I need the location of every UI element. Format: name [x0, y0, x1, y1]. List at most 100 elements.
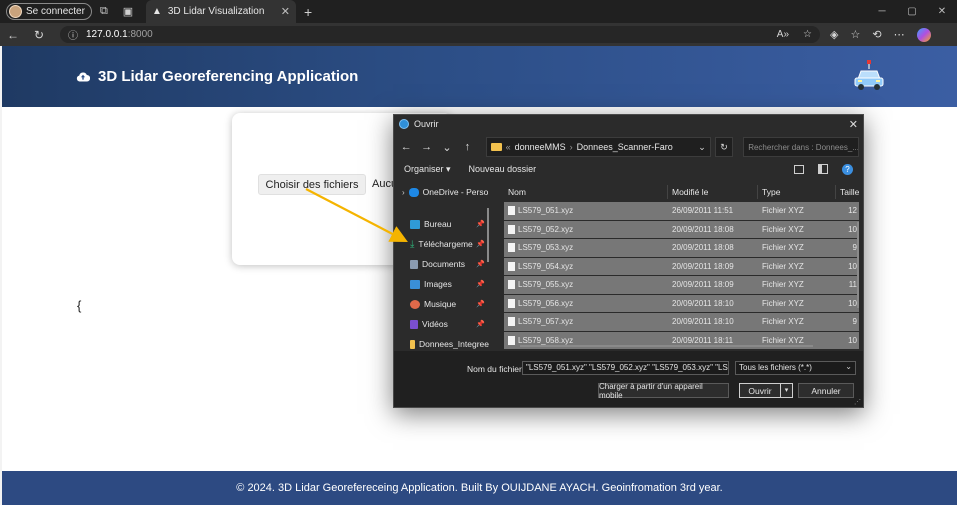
favorites-icon[interactable]: ☆ [850, 28, 860, 42]
favorite-star-icon[interactable]: ☆ [803, 29, 812, 40]
lidar-car-logo [854, 60, 884, 90]
app-header: 3D Lidar Georeferencing Application [2, 46, 957, 107]
file-type-cell: Fichier XYZ [762, 261, 804, 271]
history-icon[interactable]: ⟲ [872, 28, 881, 42]
minimize-icon[interactable]: ─ [867, 6, 897, 17]
file-name-cell: LS579_053.xyz [504, 243, 668, 253]
nav-item-label: Vidéos [422, 319, 448, 329]
nav-item-musique[interactable]: Musique 📌 [394, 294, 489, 314]
documents-icon [410, 259, 418, 269]
file-type-select[interactable]: Tous les fichiers (*.*) ⌄ [735, 361, 856, 375]
file-name-text: LS579_056.xyz [518, 298, 574, 308]
filename-input[interactable]: "LS579_051.xyz" "LS579_052.xyz" "LS579_0… [522, 361, 729, 375]
open-button[interactable]: Ouvrir ▾ [739, 383, 793, 398]
nav-item-images[interactable]: Images 📌 [394, 274, 489, 294]
open-split-arrow-icon[interactable]: ▾ [780, 384, 792, 397]
dialog-nav-bar: ← → ⌄ ↑ « donneeMMS › Donnees_Scanner-Fa… [394, 133, 863, 161]
window-close-icon[interactable]: ✕ [927, 6, 957, 17]
url-input[interactable]: ⓘ 127.0.0.1:8000 A» ☆ [60, 26, 820, 43]
file-type-cell: Fichier XYZ [762, 224, 804, 234]
cloud-upload-icon [76, 72, 90, 82]
breadcrumb[interactable]: « donneeMMS › Donnees_Scanner-Faro ⌄ [485, 137, 711, 157]
file-type-value: Tous les fichiers (*.*) [739, 363, 812, 372]
column-header-modified[interactable]: Modifié le [668, 185, 758, 199]
preview-pane-icon[interactable] [818, 164, 828, 174]
site-info-icon[interactable]: ⓘ [68, 27, 78, 42]
column-header-size[interactable]: Taille [836, 185, 859, 199]
organize-menu-button[interactable]: Organiser ▾ [404, 164, 451, 175]
dialog-close-icon[interactable]: ✕ [849, 118, 858, 131]
expand-chevron-icon[interactable]: › [402, 188, 405, 197]
tab-actions-icon[interactable]: ▣ [116, 5, 140, 18]
resize-grip-icon[interactable]: ⋰ [854, 398, 861, 406]
nav-item-documents[interactable]: Documents 📌 [394, 254, 489, 274]
maximize-icon[interactable]: ▢ [897, 6, 927, 17]
extensions-icon[interactable]: ◈ [830, 28, 838, 42]
filename-value: "LS579_051.xyz" "LS579_052.xyz" "LS579_0… [526, 363, 729, 372]
path-dropdown-icon[interactable]: ⌄ [698, 142, 706, 153]
workspaces-icon[interactable]: ⧉ [92, 5, 116, 18]
open-button-label: Ouvrir [748, 385, 772, 396]
dialog-search-input[interactable]: Rechercher dans : Donnees_... ⌕ [743, 137, 859, 157]
cancel-button[interactable]: Annuler [798, 383, 854, 398]
file-type-cell: Fichier XYZ [762, 280, 804, 290]
file-row[interactable]: LS579_058.xyz 20/09/2011 18:11 Fichier XYZ… [504, 331, 859, 350]
pin-icon: 📌 [476, 281, 485, 288]
file-modified-cell: 26/09/2011 11:51 [672, 206, 734, 216]
music-icon [410, 299, 420, 309]
help-icon[interactable]: ? [842, 163, 853, 175]
breadcrumb-overflow[interactable]: « [506, 142, 511, 152]
file-name-cell: LS579_055.xyz [504, 280, 668, 290]
nav-item-onedrive[interactable]: › OneDrive - Perso [394, 182, 489, 202]
file-row[interactable]: LS579_054.xyz 20/09/2011 18:09 Fichier XYZ… [504, 257, 859, 276]
desktop-icon [410, 219, 420, 229]
nav-item-bureau[interactable]: Bureau 📌 [394, 214, 489, 234]
file-name-text: LS579_051.xyz [518, 206, 574, 216]
file-row[interactable]: LS579_056.xyz 20/09/2011 18:10 Fichier XYZ… [504, 294, 859, 313]
read-aloud-icon[interactable]: A» [777, 29, 789, 40]
column-header-name[interactable]: Nom [504, 185, 668, 199]
file-icon [508, 261, 515, 271]
file-list-vscroll[interactable] [857, 222, 859, 308]
dialog-refresh-button[interactable]: ↻ [714, 137, 734, 157]
tab-close-icon[interactable]: ✕ [281, 5, 290, 18]
choose-files-button[interactable]: Choisir des fichiers [258, 174, 366, 195]
more-menu-icon[interactable]: ⋯ [894, 28, 905, 42]
profile-button[interactable]: Se connecter [6, 3, 92, 20]
file-modified-cell: 20/09/2011 18:08 [672, 224, 734, 234]
file-row[interactable]: LS579_057.xyz 20/09/2011 18:10 Fichier XYZ… [504, 313, 859, 332]
load-from-mobile-button[interactable]: Charger à partir d'un appareil mobile [598, 382, 729, 400]
back-icon[interactable]: ← [0, 28, 26, 42]
file-type-cell: Fichier XYZ [762, 317, 804, 327]
browser-tab-active[interactable]: ▲ 3D Lidar Visualization ✕ [145, 0, 296, 23]
view-options-icon[interactable] [794, 164, 804, 174]
up-folder-icon[interactable]: ↑ [459, 141, 475, 153]
file-row[interactable]: LS579_053.xyz 20/09/2011 18:08 Fichier XYZ… [504, 239, 859, 258]
nav-item-donnees[interactable]: Donnees_Integree [394, 334, 489, 350]
file-row[interactable]: LS579_051.xyz 26/09/2011 11:51 Fichier XYZ… [504, 202, 859, 221]
breadcrumb-item-current[interactable]: Donnees_Scanner-Faro [577, 142, 673, 152]
column-header-type[interactable]: Type [758, 185, 836, 199]
new-tab-icon[interactable]: + [304, 4, 312, 20]
footer-text: © 2024. 3D Lidar Georefereceing Applicat… [236, 482, 723, 494]
file-modified-cell: 20/09/2011 18:09 [672, 280, 734, 290]
nav-pane-scrollbar[interactable] [487, 208, 489, 262]
dialog-back-icon[interactable]: ← [398, 141, 414, 153]
file-modified-cell: 20/09/2011 18:11 [672, 335, 734, 345]
recent-locations-chevron-icon[interactable]: ⌄ [439, 141, 455, 154]
profile-avatar [9, 5, 22, 18]
file-name-text: LS579_057.xyz [518, 317, 574, 327]
breadcrumb-item-parent[interactable]: donneeMMS [515, 142, 566, 152]
new-folder-button[interactable]: Nouveau dossier [469, 164, 537, 174]
file-type-cell: Fichier XYZ [762, 298, 804, 308]
file-list-hscroll[interactable] [520, 345, 813, 347]
refresh-icon[interactable]: ↻ [26, 28, 52, 42]
copilot-icon[interactable] [916, 27, 931, 42]
dialog-forward-icon[interactable]: → [418, 141, 434, 153]
file-icon [508, 298, 515, 308]
file-row[interactable]: LS579_055.xyz 20/09/2011 18:09 Fichier XYZ… [504, 276, 859, 295]
file-row[interactable]: LS579_052.xyz 20/09/2011 18:08 Fichier XYZ… [504, 220, 859, 239]
nav-item-videos[interactable]: Vidéos 📌 [394, 314, 489, 334]
dialog-search-placeholder: Rechercher dans : Donnees_... [748, 142, 859, 152]
nav-item-telechargements[interactable]: ⤓ Téléchargeme 📌 [394, 234, 489, 254]
